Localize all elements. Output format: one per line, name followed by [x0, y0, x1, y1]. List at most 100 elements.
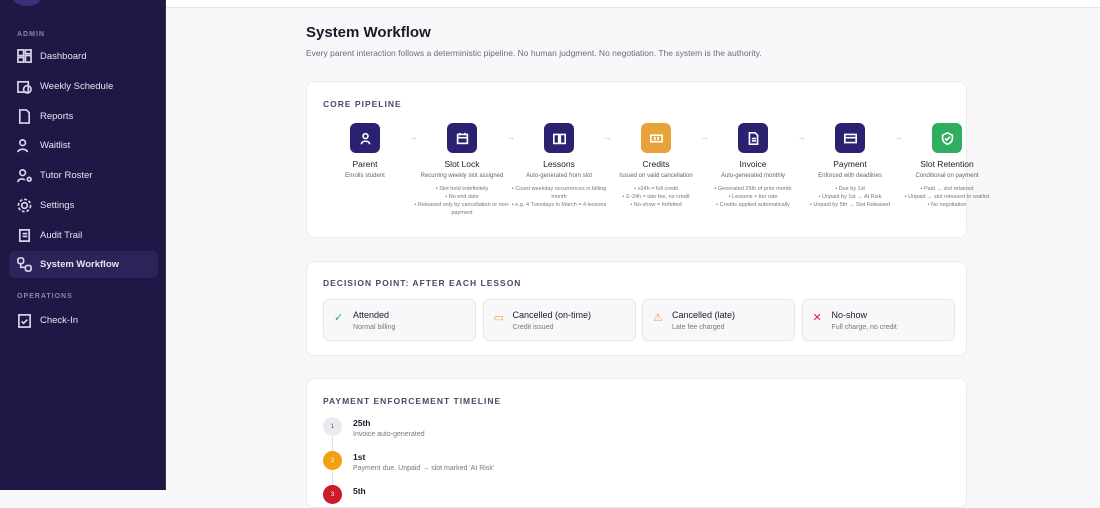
- timeline-desc: Payment due. Unpaid → slot marked 'At Ri…: [353, 465, 495, 472]
- option-desc: Normal billing: [353, 324, 396, 331]
- step-bullet: • No-show = forfeited: [630, 202, 682, 208]
- pipeline-step-invoice: Invoice Auto-generated monthly • Generat…: [705, 123, 801, 209]
- step-name: Parent: [352, 159, 378, 169]
- parent-icon: [350, 123, 380, 153]
- step-bullet: • Slot held indefinitely: [435, 186, 489, 192]
- label: Audit Trail: [40, 230, 83, 241]
- label: Waitlist: [40, 140, 71, 151]
- decision-option-cancelled-on-time: ▭ Cancelled (on-time) Credit issued: [482, 299, 636, 341]
- step-bullet: • Unpaid by 5th → Slot Released: [809, 202, 891, 208]
- timeline-step-badge: 1: [323, 417, 342, 436]
- decision-option-cancelled-late: ⚠ Cancelled (late) Late fee charged: [642, 299, 795, 341]
- core-pipeline-card: CORE PIPELINE Parent Enrolls student → S…: [306, 81, 989, 238]
- step-bullet: • 2–24h = late fee, no credit: [622, 194, 690, 200]
- cancelled-late-icon: ⚠: [653, 312, 663, 324]
- label: Dashboard: [40, 51, 87, 62]
- step-name: Slot Lock: [444, 159, 480, 169]
- cancelled-on-time-icon: ▭: [493, 312, 504, 324]
- step-name: Invoice: [739, 159, 767, 169]
- calendar-clock-icon: [17, 80, 32, 94]
- pipeline-step-payment: Payment Enforced with deadlines • Due by…: [802, 123, 898, 209]
- attended-icon: ✓: [334, 312, 344, 324]
- section-heading: CORE PIPELINE: [323, 99, 402, 109]
- step-bullet: • Generated 25th of prior month: [714, 186, 792, 192]
- lessons-icon: [544, 123, 574, 153]
- sidebar-item-waitlist[interactable]: Waitlist: [9, 132, 158, 159]
- logo: [12, 0, 42, 6]
- option-title: Cancelled (late): [672, 310, 736, 320]
- no-show-icon: ✕: [812, 312, 822, 324]
- option-title: No-show: [831, 310, 868, 320]
- step-bullet: • No negotiation: [927, 202, 967, 208]
- sidebar-item-tutor-roster[interactable]: Tutor Roster: [9, 162, 158, 189]
- timeline-title: 25th: [353, 418, 371, 428]
- sidebar-item-reports[interactable]: Reports: [9, 103, 158, 130]
- decision-point-card: DECISION POINT: AFTER EACH LESSON ✓ Atte…: [306, 261, 967, 356]
- report-icon: [18, 109, 31, 124]
- timeline-step-badge: 2: [323, 451, 342, 470]
- decision-option-attended: ✓ Attended Normal billing: [323, 299, 476, 341]
- step-bullet: • Unpaid by 1st → At Risk: [818, 194, 882, 200]
- label: Settings: [40, 200, 75, 211]
- section-heading: DECISION POINT: AFTER EACH LESSON: [323, 278, 522, 288]
- section-admin: ADMIN: [17, 31, 45, 38]
- step-bullet: • Credits applied automatically: [716, 202, 790, 208]
- step-bullet: • e.g. 4 Tuesdays in March = 4 lessons: [511, 202, 607, 208]
- clipboard-check-icon: [18, 314, 31, 328]
- option-desc: Full charge, no credit: [831, 324, 897, 331]
- label: Tutor Roster: [40, 170, 93, 181]
- slot-retention-icon: [932, 123, 962, 153]
- option-desc: Late fee charged: [672, 324, 725, 331]
- sidebar-item-audit-trail[interactable]: Audit Trail: [9, 222, 158, 249]
- label: Reports: [40, 111, 74, 122]
- step-name: Credits: [642, 159, 670, 169]
- timeline-title: 1st: [353, 452, 366, 462]
- pipeline-step-credits: Credits Issued on valid cancellation • ≥…: [608, 123, 704, 209]
- option-desc: Credit issued: [512, 324, 554, 331]
- option-title: Cancelled (on-time): [512, 310, 592, 320]
- step-name: Slot Retention: [920, 159, 974, 169]
- slot-lock-icon: [447, 123, 477, 153]
- step-desc: Enrolls student: [345, 173, 385, 179]
- step-name: Payment: [833, 159, 867, 169]
- users-icon: [17, 139, 29, 153]
- step-desc: Issued on valid cancellation: [619, 173, 693, 179]
- pipeline-step-slot-lock: Slot Lock Recurring weekly slot assigned…: [414, 123, 510, 217]
- page-title: System Workflow: [306, 24, 431, 41]
- pipeline-step-parent: Parent Enrolls student: [317, 123, 413, 185]
- top-bar: [166, 0, 1100, 8]
- invoice-icon: [738, 123, 768, 153]
- timeline-step-badge: 3: [323, 485, 342, 504]
- section-heading: PAYMENT ENFORCEMENT TIMELINE: [323, 396, 502, 406]
- section-operations: OPERATIONS: [17, 293, 73, 300]
- step-desc: Conditional on payment: [915, 173, 979, 179]
- step-bullet: • Unpaid → slot released to waitlist: [904, 194, 990, 200]
- pipeline-step-lessons: Lessons Auto-generated from slot • Count…: [511, 123, 607, 209]
- step-bullet: • Paid → slot retained: [920, 186, 974, 192]
- step-desc: Auto-generated from slot: [525, 173, 593, 179]
- timeline-desc: Invoice auto-generated: [353, 431, 425, 438]
- gear-icon: [17, 198, 32, 213]
- step-bullet: • Lessons × tier rate: [728, 194, 778, 200]
- payment-icon: [835, 123, 865, 153]
- scroll-icon: [18, 229, 31, 242]
- step-bullet: • Released only by cancellation or non-p…: [414, 202, 510, 216]
- credits-icon: [641, 123, 671, 153]
- step-name: Lessons: [543, 159, 575, 169]
- decision-option-no-show: ✕ No-show Full charge, no credit: [801, 299, 955, 341]
- sidebar-item-dashboard[interactable]: Dashboard: [9, 43, 158, 70]
- pipeline-step-slot-retention: Slot Retention Conditional on payment • …: [899, 123, 995, 209]
- workflow-icon: [17, 257, 32, 272]
- page-subtitle: Every parent interaction follows a deter…: [306, 48, 762, 58]
- sidebar-item-system-workflow[interactable]: System Workflow: [9, 251, 158, 278]
- label: Weekly Schedule: [40, 81, 114, 92]
- dashboard-icon: [17, 49, 32, 63]
- step-bullet: • ≥24h = full credit: [634, 186, 678, 192]
- option-title: Attended: [353, 310, 390, 320]
- step-bullet: • Due by 1st: [835, 186, 865, 192]
- sidebar-item-weekly-schedule[interactable]: Weekly Schedule: [9, 73, 158, 100]
- step-desc: Auto-generated monthly: [720, 173, 786, 179]
- step-desc: Recurring weekly slot assigned: [420, 173, 504, 179]
- sidebar-item-settings[interactable]: Settings: [9, 192, 158, 219]
- sidebar-item-check-in[interactable]: Check-In: [9, 307, 158, 334]
